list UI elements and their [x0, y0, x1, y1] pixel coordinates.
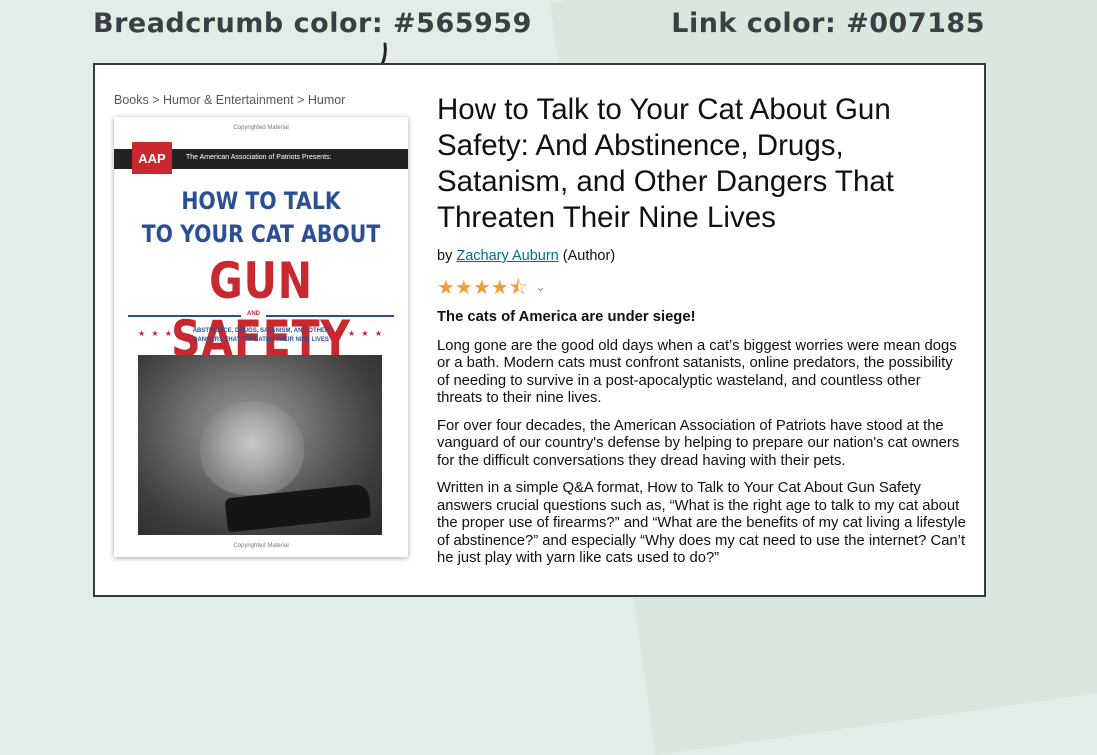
kitten-shape: [200, 401, 304, 495]
cover-title-line-1: HOW TO TALK: [181, 187, 341, 215]
product-description: The cats of America are under siege! Lon…: [437, 309, 967, 578]
product-panel: Books > Humor & Entertainment > Humor Co…: [93, 63, 986, 597]
description-paragraph-1: Long gone are the good old days when a c…: [437, 337, 957, 407]
cover-copyright-top: Copyrighted Material: [233, 125, 289, 131]
cover-stars-left: ★ ★ ★: [138, 329, 174, 338]
product-title: How to Talk to Your Cat About Gun Safety…: [437, 93, 894, 234]
byline: by Zachary Auburn (Author): [437, 248, 615, 264]
description-lead: The cats of America are under siege!: [437, 309, 696, 325]
cover-stars-right: ★ ★ ★: [348, 329, 384, 338]
breadcrumb-color-annotation: Breadcrumb color: #565959: [93, 8, 532, 39]
cover-presents-text: The American Association of Patriots Pre…: [186, 154, 332, 161]
cover-title-line-3: GUN SAFETY: [171, 252, 351, 368]
description-paragraph-2: For over four decades, the American Asso…: [437, 417, 960, 469]
rating-stars-icon: ★★★★⯪: [437, 277, 528, 299]
publisher-logo: AAP: [132, 142, 172, 174]
cover-subtitle: ABSTINENCE, DRUGS, SATANISM, AND OTHER D…: [192, 328, 330, 343]
breadcrumb[interactable]: Books > Humor & Entertainment > Humor: [114, 93, 345, 107]
book-cover-image[interactable]: Copyrighted Material AAP The American As…: [114, 117, 408, 557]
link-color-annotation: Link color: #007185: [671, 8, 985, 39]
cover-copyright-bottom: Copyrighted Material: [233, 543, 289, 549]
cover-title-line-2: TO YOUR CAT ABOUT: [141, 220, 381, 248]
author-link[interactable]: Zachary Auburn: [456, 248, 558, 264]
star-rating[interactable]: ★★★★⯪ ⌄: [437, 273, 546, 307]
description-paragraph-3: Written in a simple Q&A format, How to T…: [437, 480, 966, 566]
byline-by: by: [437, 248, 453, 264]
chevron-down-icon[interactable]: ⌄: [536, 280, 546, 294]
kitten-photo: [138, 355, 382, 535]
author-role: (Author): [562, 248, 616, 264]
cover-and-text: AND: [241, 311, 266, 317]
